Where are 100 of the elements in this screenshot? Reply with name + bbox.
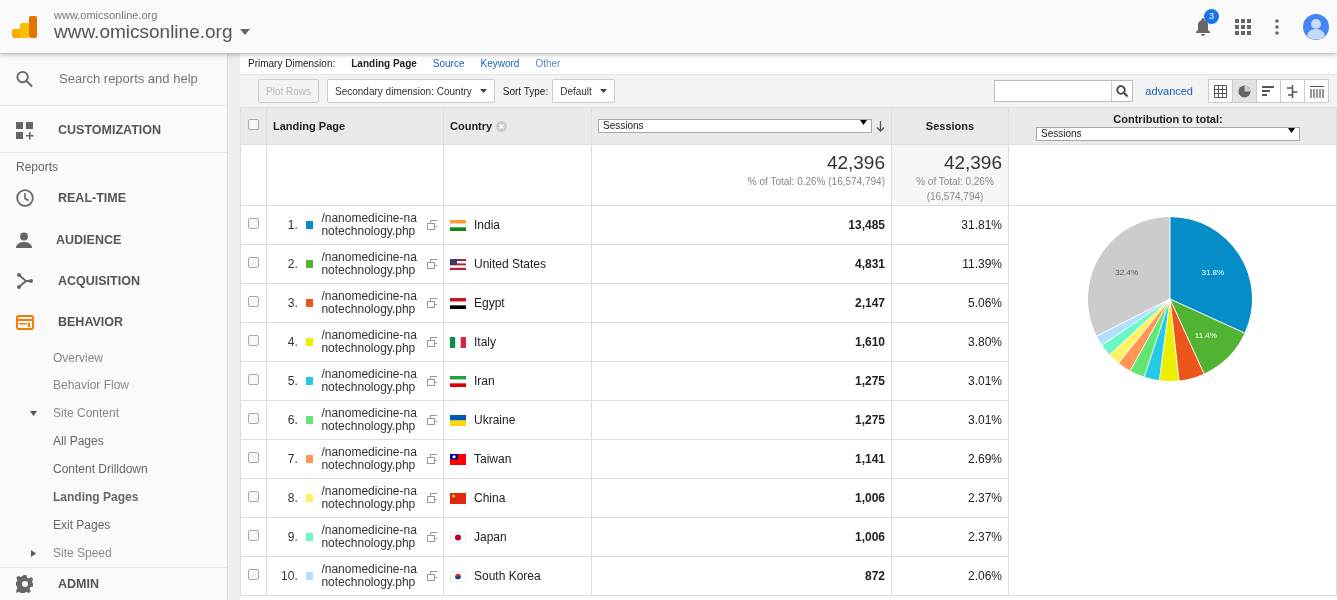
expand-caret-icon[interactable] (30, 549, 37, 557)
external-link-icon[interactable] (426, 220, 437, 230)
landing-page-link[interactable]: /nanomedicine-nanotechnology.php (321, 563, 423, 589)
external-link-icon[interactable] (426, 259, 437, 269)
external-link-icon[interactable] (426, 454, 437, 464)
row-checkbox[interactable] (248, 491, 259, 502)
sidebar-subitem[interactable]: Behavior Flow (53, 376, 130, 395)
bell-icon[interactable] (1195, 17, 1211, 36)
account-name: www.omicsonline.org (54, 9, 159, 21)
dimension-dropdown[interactable]: Other (535, 56, 561, 71)
sidebar-item[interactable]: AUDIENCE (56, 230, 122, 250)
sidebar-item[interactable]: BEHAVIOR (58, 313, 124, 333)
collapse-caret-icon[interactable] (30, 409, 37, 417)
country-name[interactable]: Egypt (474, 294, 505, 312)
sidebar-item[interactable]: ACQUISITION (58, 271, 140, 291)
landing-page-link[interactable]: /nanomedicine-nanotechnology.php (321, 212, 423, 238)
pie-slice[interactable] (1170, 217, 1252, 334)
search-field[interactable]: Search reports and help (57, 68, 227, 90)
row-number: 3. (286, 295, 298, 312)
column-header[interactable]: Country (450, 117, 493, 135)
landing-page-link[interactable]: /nanomedicine-nanotechnology.php (321, 407, 423, 433)
external-link-icon[interactable] (426, 415, 437, 425)
sidebar-subitem[interactable]: Exit Pages (53, 516, 111, 535)
column-header[interactable]: Landing Page (273, 119, 346, 132)
flag-icon (450, 336, 466, 348)
total-value: 42,396 (825, 153, 885, 174)
sort-type-dropdown[interactable]: Default (552, 79, 615, 103)
row-checkbox[interactable] (248, 296, 259, 307)
pie-slice[interactable] (1088, 217, 1170, 336)
external-link-icon[interactable] (426, 298, 437, 308)
external-link-icon[interactable] (426, 337, 437, 347)
sidebar-subitem[interactable]: Site Content (53, 404, 120, 423)
contribution-dropdown[interactable]: Sessions (1036, 127, 1300, 142)
external-link-icon[interactable] (426, 493, 437, 503)
row-checkbox[interactable] (248, 413, 259, 424)
dimension-tab[interactable]: Landing Page (351, 56, 417, 71)
sort-descending-icon[interactable] (876, 120, 885, 132)
country-name[interactable]: Japan (474, 528, 507, 546)
landing-page-link[interactable]: /nanomedicine-nanotechnology.php (321, 524, 423, 550)
country-name[interactable]: India (474, 216, 501, 234)
sidebar-item[interactable]: CUSTOMIZATION (58, 121, 161, 141)
advanced-link[interactable]: advanced (1145, 82, 1193, 100)
sidebar-subitem[interactable]: All Pages (53, 432, 104, 451)
landing-page-link[interactable]: /nanomedicine-nanotechnology.php (321, 446, 423, 472)
search-icon[interactable] (1116, 85, 1129, 97)
row-number: 9. (286, 529, 298, 546)
landing-page-link[interactable]: /nanomedicine-nanotechnology.php (321, 290, 423, 316)
table-cell: 13,485 (591, 205, 892, 245)
remove-icon[interactable] (496, 120, 508, 132)
row-checkbox[interactable] (248, 218, 259, 229)
sidebar-item[interactable]: ADMIN (58, 574, 99, 594)
sidebar-subitem[interactable]: Content Drilldown (53, 460, 148, 479)
table-view-button[interactable] (1208, 79, 1233, 103)
table-cell: 1,275 (591, 400, 892, 440)
flag-icon (450, 258, 466, 270)
select-all-checkbox[interactable] (248, 118, 259, 130)
country-name[interactable]: Ukraine (474, 411, 516, 429)
apps-grid-icon[interactable] (1235, 18, 1251, 35)
row-number: 10. (280, 568, 298, 585)
bars-view-button[interactable] (1256, 79, 1281, 103)
table-search-field[interactable] (994, 80, 1134, 102)
external-link-icon[interactable] (426, 532, 437, 542)
pivot-view-button[interactable] (1304, 79, 1329, 103)
row-checkbox[interactable] (248, 452, 259, 463)
pie-view-button[interactable] (1232, 79, 1257, 103)
country-name[interactable]: Italy (474, 333, 496, 351)
sidebar-subitem[interactable]: Overview (53, 348, 103, 367)
landing-page-link[interactable]: /nanomedicine-nanotechnology.php (321, 251, 423, 277)
sidebar-item[interactable]: REAL-TIME (58, 189, 127, 208)
row-checkbox[interactable] (248, 257, 259, 268)
compare-view-button[interactable] (1280, 79, 1305, 103)
section-label: Reports (15, 159, 60, 177)
country-name[interactable]: China (474, 489, 506, 507)
sidebar-subitem[interactable]: Landing Pages (53, 488, 139, 507)
property-name[interactable]: www.omicsonline.org (54, 20, 233, 44)
metric-dropdown[interactable]: Sessions (598, 119, 872, 133)
landing-page-link[interactable]: /nanomedicine-nanotechnology.php (321, 329, 423, 355)
landing-page-link[interactable]: /nanomedicine-nanotechnology.php (321, 485, 423, 511)
sidebar-subitem[interactable]: Site Speed (53, 544, 112, 563)
row-checkbox[interactable] (248, 374, 259, 385)
pie-slice[interactable] (1170, 299, 1245, 374)
total-value: 42,396 (942, 153, 1002, 174)
row-checkbox[interactable] (248, 335, 259, 346)
country-name[interactable]: Iran (474, 372, 495, 390)
country-name[interactable]: Taiwan (474, 450, 512, 468)
dimension-tab[interactable]: Source (432, 56, 465, 71)
sort-type-label: Sort Type: (502, 84, 549, 99)
secondary-dimension-dropdown[interactable]: Secondary dimension: Country (327, 79, 495, 103)
column-header[interactable]: Sessions (925, 119, 975, 132)
external-link-icon[interactable] (426, 571, 437, 581)
landing-page-link[interactable]: /nanomedicine-nanotechnology.php (321, 368, 423, 394)
row-checkbox[interactable] (248, 530, 259, 541)
more-options-icon[interactable] (1275, 18, 1279, 35)
flag-icon (450, 297, 466, 309)
row-checkbox[interactable] (248, 569, 259, 580)
caret-icon[interactable] (240, 29, 251, 35)
avatar-icon[interactable] (1303, 13, 1329, 40)
table-cell: 1,006 (591, 478, 892, 518)
external-link-icon[interactable] (426, 376, 437, 386)
dimension-tab[interactable]: Keyword (480, 56, 520, 71)
